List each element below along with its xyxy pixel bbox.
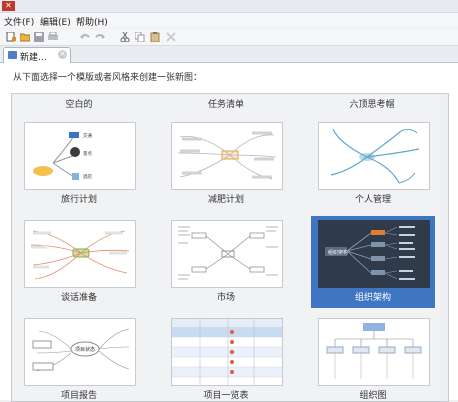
template-label-tasks[interactable]: 任务清单	[171, 97, 281, 110]
template-thumbnail	[318, 122, 430, 190]
template-label: 旅行计划	[60, 195, 97, 205]
template-thumbnail	[171, 122, 283, 190]
template-card-diet[interactable]: 减肥计划	[164, 118, 288, 210]
org-root-node: 组织架构	[328, 249, 348, 256]
template-label: 个人管理	[354, 195, 391, 205]
document-icon	[8, 51, 17, 59]
close-icon[interactable]: ✕	[58, 50, 67, 59]
app-logo-icon: ✕	[2, 1, 15, 11]
travel-node-1: 交通	[83, 132, 92, 139]
menu-file[interactable]: 文件(F)	[4, 15, 34, 28]
template-card-project-overview[interactable]: 项目一览表	[164, 314, 288, 401]
template-gallery: 空白的 任务清单 六顶思考帽 交通 景点 酒店 旅行计划 减肥计划 个人管理 谈…	[11, 93, 449, 402]
redo-icon[interactable]	[95, 32, 105, 42]
menu-bar: 文件(F) 编辑(E) 帮助(H)	[0, 13, 458, 28]
undo-icon[interactable]	[80, 32, 90, 42]
template-card-travel[interactable]: 交通 景点 酒店 旅行计划	[17, 118, 141, 210]
template-thumbnail	[171, 220, 283, 288]
tab-bar: 新建... ✕	[0, 46, 458, 63]
new-icon[interactable]	[6, 32, 16, 42]
template-card-org-chart[interactable]: 组织图	[311, 314, 435, 401]
toolbar	[0, 29, 458, 46]
report-center-node: 项目状态	[75, 346, 95, 353]
menu-help[interactable]: 帮助(H)	[76, 15, 108, 28]
title-bar: ✕	[0, 0, 458, 13]
template-thumbnail: 项目状态	[24, 318, 136, 386]
instruction-text: 从下面选择一个模版或者风格来创建一张新图：	[13, 73, 203, 83]
content-area: 从下面选择一个模版或者风格来创建一张新图： 空白的 任务清单 六顶思考帽 交通 …	[0, 63, 458, 402]
copy-icon[interactable]	[135, 32, 145, 42]
template-thumbnail	[318, 318, 430, 386]
template-label: 组织架构	[354, 293, 391, 303]
template-thumbnail	[171, 318, 283, 386]
cut-icon[interactable]	[120, 32, 130, 42]
template-card-personal[interactable]: 个人管理	[311, 118, 435, 210]
template-label: 组织图	[359, 391, 387, 401]
print-icon[interactable]	[48, 32, 58, 42]
template-label: 市场	[216, 293, 235, 303]
tab-new[interactable]: 新建... ✕	[3, 47, 71, 63]
paste-icon[interactable]	[150, 32, 160, 42]
template-card-project-report[interactable]: 项目状态 项目报告	[17, 314, 141, 401]
save-icon[interactable]	[34, 32, 44, 42]
template-label: 谈话准备	[60, 293, 97, 303]
travel-node-3: 酒店	[83, 173, 92, 180]
delete-icon[interactable]	[166, 32, 176, 42]
template-label: 项目报告	[60, 391, 97, 401]
template-label: 项目一览表	[203, 391, 249, 401]
tab-label: 新建...	[20, 53, 47, 63]
template-card-market[interactable]: 市场	[164, 216, 288, 308]
open-icon[interactable]	[20, 32, 30, 42]
vertical-scrollbar[interactable]	[440, 94, 448, 401]
template-label: 减肥计划	[207, 195, 244, 205]
template-label-six-hats[interactable]: 六顶思考帽	[317, 97, 427, 110]
template-card-talk[interactable]: 谈话准备	[17, 216, 141, 308]
template-card-org[interactable]: 组织架构 组织架构	[311, 216, 435, 308]
menu-edit[interactable]: 编辑(E)	[40, 15, 71, 28]
template-thumbnail	[24, 220, 136, 288]
travel-node-2: 景点	[83, 151, 92, 157]
template-thumbnail: 交通 景点 酒店	[24, 122, 136, 190]
template-label-blank[interactable]: 空白的	[24, 97, 134, 110]
template-thumbnail: 组织架构	[318, 220, 430, 288]
